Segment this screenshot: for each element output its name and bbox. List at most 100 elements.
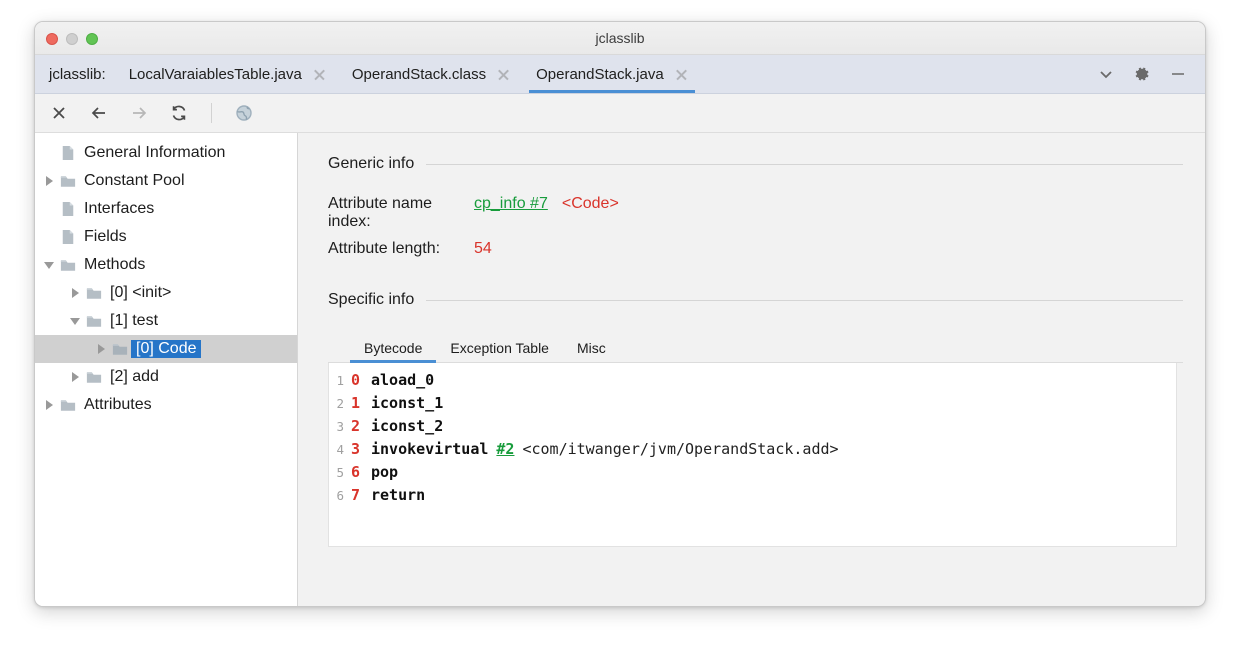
- generic-info-label: Generic info: [328, 155, 414, 173]
- chevron-right-icon[interactable]: [41, 167, 57, 195]
- chevron-right-icon[interactable]: [93, 335, 109, 363]
- folder-icon: [83, 314, 105, 328]
- file-icon: [57, 201, 79, 217]
- line-number: 3: [329, 415, 351, 438]
- window-title: jclasslib: [35, 22, 1205, 55]
- line-number: 5: [329, 461, 351, 484]
- heading-rule: [426, 300, 1183, 301]
- tab-label: Misc: [577, 340, 606, 356]
- tree-node-interfaces[interactable]: Interfaces: [35, 195, 297, 223]
- line-number: 2: [329, 392, 351, 415]
- bytecode-mnemonic: invokevirtual: [371, 438, 488, 461]
- close-icon[interactable]: [313, 68, 326, 81]
- bytecode-offset: 0: [351, 369, 371, 392]
- twisty-placeholder: [41, 195, 57, 223]
- tree-node-fields[interactable]: Fields: [35, 223, 297, 251]
- folder-icon: [57, 398, 79, 412]
- tree-node-label: [0] Code: [131, 340, 201, 358]
- tab-label: OperandStack.class: [352, 66, 486, 83]
- tab-localvaraiablestable-java[interactable]: LocalVaraiablesTable.java: [116, 55, 339, 93]
- line-number: 1: [329, 369, 351, 392]
- chevron-down-icon[interactable]: [41, 251, 57, 279]
- bytecode-mnemonic: return: [371, 484, 425, 507]
- tree-node-general-information[interactable]: General Information: [35, 139, 297, 167]
- navigation-toolbar: [35, 94, 1205, 133]
- bytecode-mnemonic: iconst_2: [371, 415, 443, 438]
- tabbar-prefix-label: jclasslib:: [35, 55, 116, 93]
- folder-icon: [83, 286, 105, 300]
- tab-operandstack-java[interactable]: OperandStack.java: [523, 55, 701, 93]
- generic-info-rows: Attribute name index: cp_info #7 <Code> …: [328, 195, 1183, 258]
- class-structure-tree[interactable]: General Information Constant Pool Interf…: [35, 133, 298, 607]
- tree-node-method-init[interactable]: [0] <init>: [35, 279, 297, 307]
- specific-info-heading: Specific info: [328, 291, 1183, 309]
- tab-operandstack-class[interactable]: OperandStack.class: [339, 55, 523, 93]
- row-value: <Code>: [562, 195, 619, 213]
- browse-globe-icon[interactable]: [234, 103, 254, 123]
- tab-label: Bytecode: [364, 340, 422, 356]
- title-bar: jclasslib: [35, 22, 1205, 55]
- zoom-light[interactable]: [86, 33, 98, 45]
- bytecode-listing[interactable]: 1 0 aload_0 2 1 iconst_1 3 2 iconst_2 4 …: [328, 363, 1177, 547]
- forward-arrow-icon: [129, 103, 149, 123]
- tree-node-method-test[interactable]: [1] test: [35, 307, 297, 335]
- tree-node-methods[interactable]: Methods: [35, 251, 297, 279]
- editor-tab-bar: jclasslib: LocalVaraiablesTable.java Ope…: [35, 55, 1205, 94]
- close-icon[interactable]: [497, 68, 510, 81]
- tree-node-label: Interfaces: [79, 200, 159, 218]
- bytecode-offset: 7: [351, 484, 371, 507]
- tab-exception-table[interactable]: Exception Table: [436, 340, 563, 362]
- tabbar-controls: [1087, 55, 1205, 93]
- tree-node-method-add[interactable]: [2] add: [35, 363, 297, 391]
- row-attribute-length: Attribute length: 54: [328, 240, 1183, 258]
- bytecode-mnemonic: pop: [371, 461, 398, 484]
- detail-tab-strip: Bytecode Exception Table Misc: [328, 335, 1183, 363]
- chevron-right-icon[interactable]: [41, 391, 57, 419]
- line-number: 4: [329, 438, 351, 461]
- tab-misc[interactable]: Misc: [563, 340, 620, 362]
- tree-node-code-attribute[interactable]: [0] Code: [35, 335, 297, 363]
- reload-icon[interactable]: [169, 103, 189, 123]
- folder-icon: [83, 370, 105, 384]
- twisty-placeholder: [41, 223, 57, 251]
- bytecode-row: 1 0 aload_0: [329, 369, 1176, 392]
- close-light[interactable]: [46, 33, 58, 45]
- bytecode-row: 6 7 return: [329, 484, 1176, 507]
- close-icon[interactable]: [675, 68, 688, 81]
- back-arrow-icon[interactable]: [89, 103, 109, 123]
- chevron-down-icon[interactable]: [1097, 65, 1115, 83]
- cp-info-link[interactable]: cp_info #7: [474, 195, 548, 213]
- tab-label: LocalVaraiablesTable.java: [129, 66, 302, 83]
- tree-node-label: General Information: [79, 144, 230, 162]
- application-window: jclasslib jclasslib: LocalVaraiablesTabl…: [34, 21, 1206, 607]
- chevron-right-icon[interactable]: [67, 363, 83, 391]
- tree-node-label: [0] <init>: [105, 284, 176, 302]
- constant-pool-link[interactable]: #2: [496, 438, 514, 461]
- bytecode-row: 4 3 invokevirtual #2 <com/itwanger/jvm/O…: [329, 438, 1176, 461]
- tree-node-attributes[interactable]: Attributes: [35, 391, 297, 419]
- minimize-light[interactable]: [66, 33, 78, 45]
- row-key: Attribute name index:: [328, 195, 474, 231]
- chevron-right-icon[interactable]: [67, 279, 83, 307]
- bytecode-argument-description: <com/itwanger/jvm/OperandStack.add>: [522, 438, 838, 461]
- tree-node-label: Fields: [79, 228, 132, 246]
- bytecode-mnemonic: aload_0: [371, 369, 434, 392]
- heading-rule: [426, 164, 1183, 165]
- bytecode-offset: 6: [351, 461, 371, 484]
- chevron-down-icon[interactable]: [67, 307, 83, 335]
- gear-icon[interactable]: [1133, 65, 1151, 83]
- tab-bytecode[interactable]: Bytecode: [350, 340, 436, 362]
- file-icon: [57, 145, 79, 161]
- bytecode-row: 5 6 pop: [329, 461, 1176, 484]
- close-icon[interactable]: [49, 103, 69, 123]
- bytecode-offset: 1: [351, 392, 371, 415]
- minimize-icon[interactable]: [1169, 65, 1187, 83]
- bytecode-row: 2 1 iconst_1: [329, 392, 1176, 415]
- tree-node-label: [1] test: [105, 312, 163, 330]
- bytecode-row: 3 2 iconst_2: [329, 415, 1176, 438]
- bytecode-offset: 3: [351, 438, 371, 461]
- folder-icon: [109, 342, 131, 356]
- folder-icon: [57, 258, 79, 272]
- tree-node-constant-pool[interactable]: Constant Pool: [35, 167, 297, 195]
- bytecode-offset: 2: [351, 415, 371, 438]
